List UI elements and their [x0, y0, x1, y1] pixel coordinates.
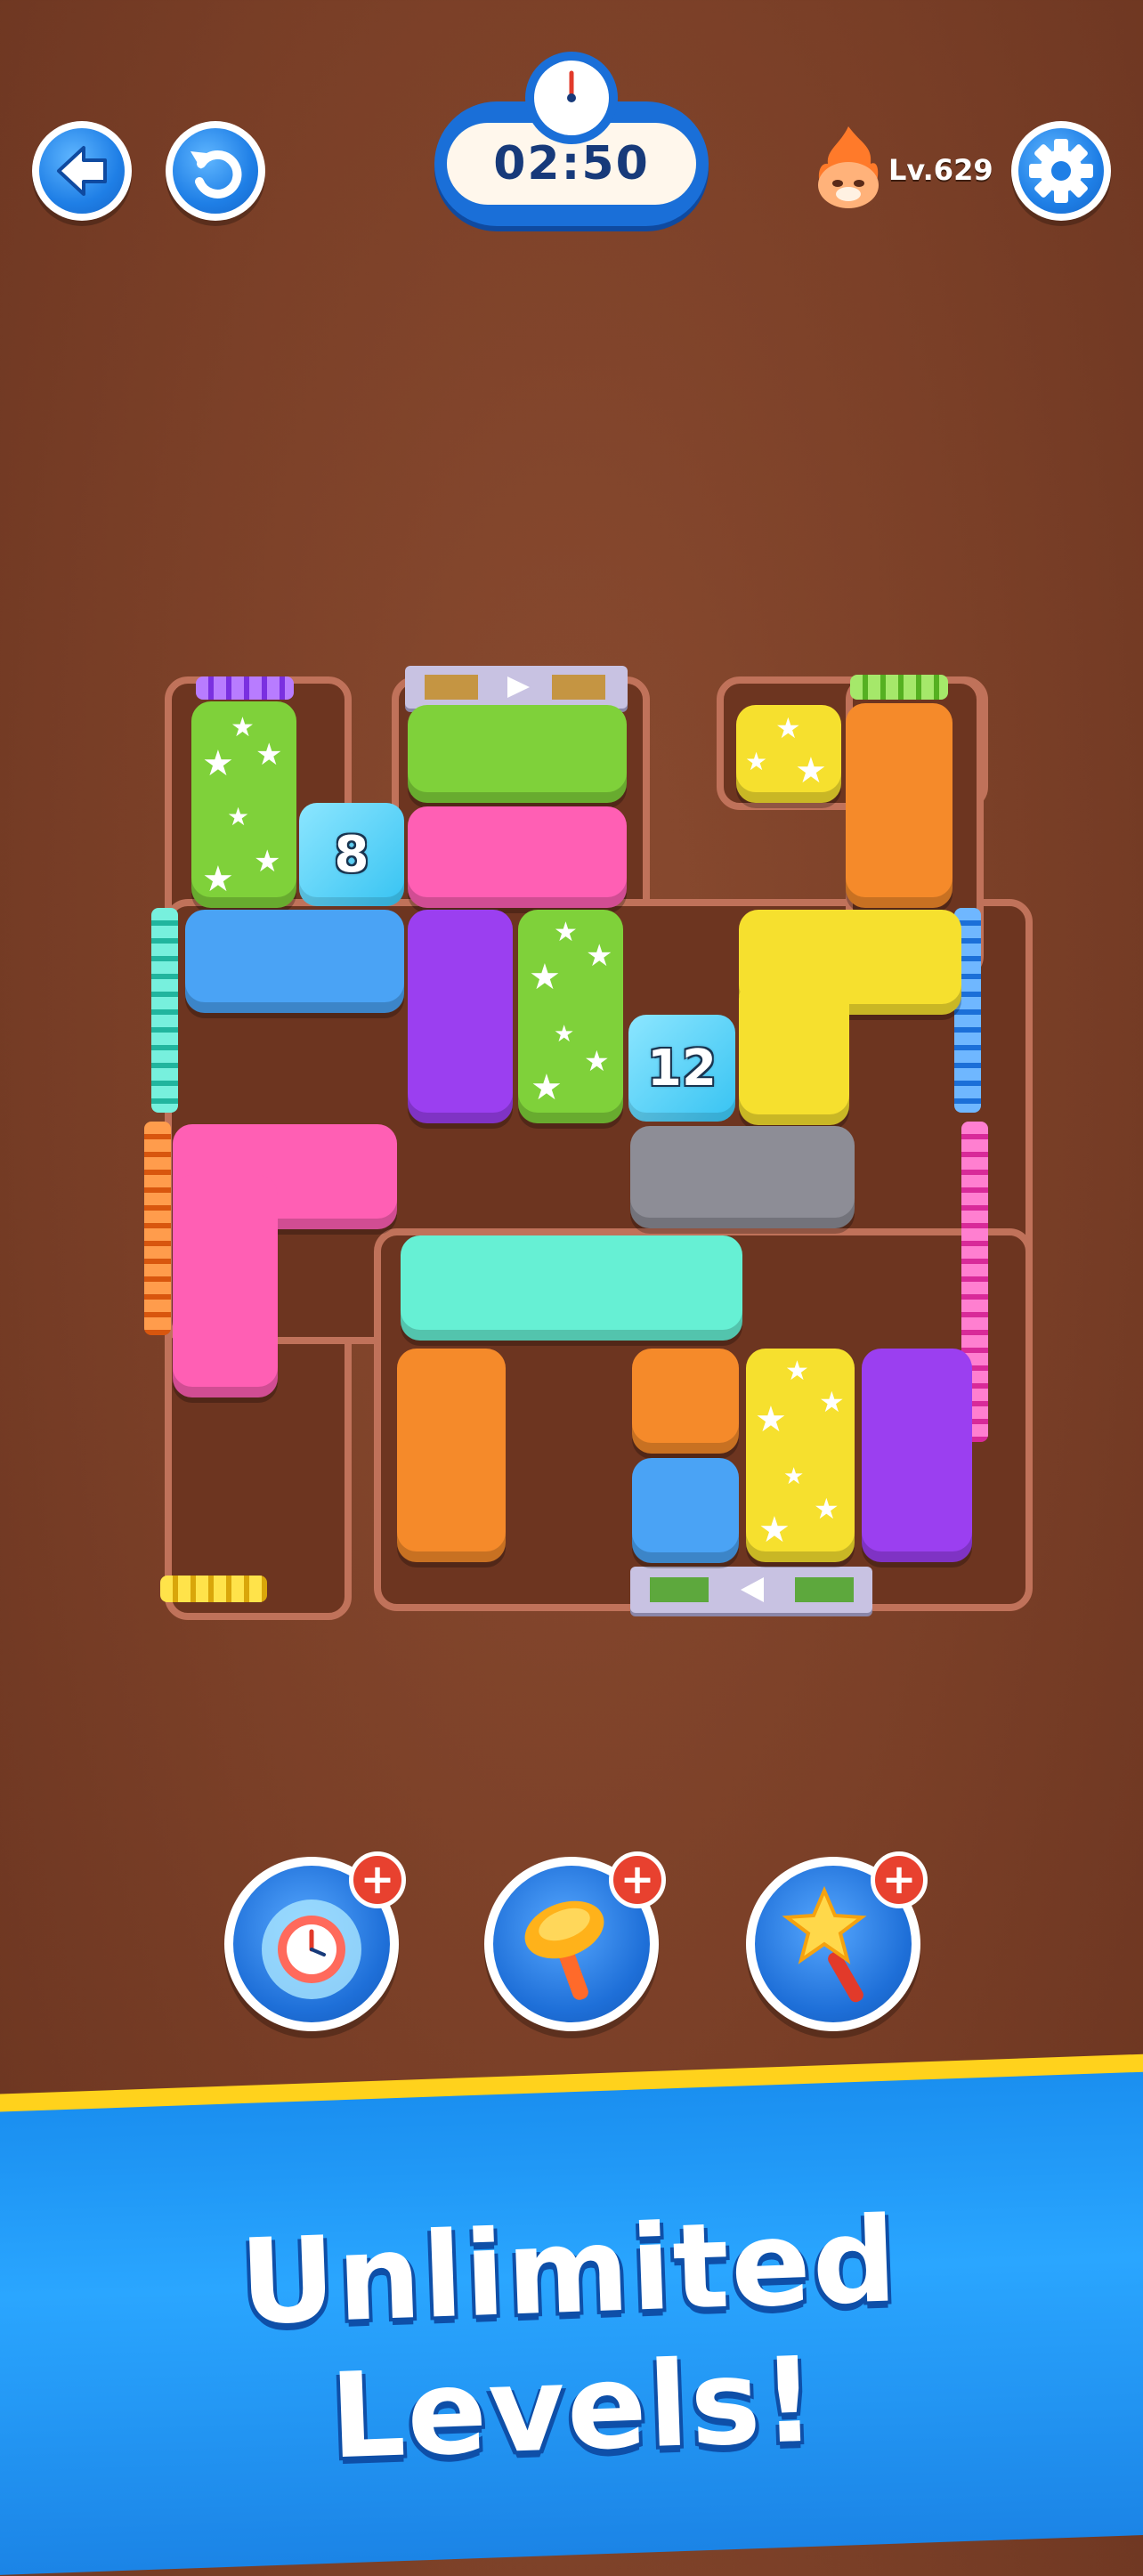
ice-block[interactable]: 8 — [299, 803, 404, 906]
exit-plate-bottom — [630, 1567, 872, 1613]
block-pink[interactable] — [408, 806, 627, 908]
timer: 02:50 — [434, 52, 709, 230]
add-booster-button[interactable]: + — [349, 1851, 406, 1908]
arrow-left-icon — [57, 146, 107, 196]
ice-block-count: 12 — [647, 1039, 717, 1098]
restart-button[interactable] — [166, 121, 265, 221]
ice-block-count: 8 — [334, 825, 369, 884]
settings-button[interactable] — [1011, 121, 1111, 221]
magic-wand-booster[interactable]: + — [746, 1851, 928, 2031]
exit-plate-top — [405, 666, 628, 709]
add-booster-button[interactable]: + — [871, 1851, 928, 1908]
banner-text: Unlimited Levels! — [238, 2191, 901, 2486]
block-pink-l-stem[interactable] — [173, 1175, 278, 1397]
block-teal[interactable] — [401, 1235, 742, 1341]
block-orange-2[interactable] — [397, 1349, 506, 1562]
exit-gate-teal — [151, 908, 178, 1113]
puzzle-board: ★ ★ ★ ★ ★ ★ 8 ★ ★ ★ ★ ★ ★ ★ ★ ★ 12 ★ ★ ★… — [134, 641, 1033, 1620]
back-button[interactable] — [32, 121, 132, 221]
exit-gate-yellow — [160, 1576, 267, 1602]
ice-block[interactable]: 12 — [628, 1015, 735, 1122]
block-gray[interactable] — [630, 1126, 855, 1228]
block-orange[interactable] — [846, 703, 952, 908]
block-yellow-star-2[interactable]: ★ ★ ★ ★ ★ ★ — [746, 1349, 855, 1562]
block-green-star[interactable]: ★ ★ ★ ★ ★ ★ — [191, 701, 296, 908]
arrow-left-icon — [741, 1577, 764, 1602]
level-label: Lv.629 — [888, 153, 993, 187]
gear-icon — [1029, 139, 1093, 203]
block-green-star-2[interactable]: ★ ★ ★ ★ ★ ★ — [518, 910, 623, 1123]
block-yellow-l-stem[interactable] — [739, 979, 849, 1125]
fire-cat-icon — [818, 126, 879, 208]
block-green[interactable] — [408, 705, 627, 803]
exit-gate-green — [850, 675, 948, 700]
block-purple-2[interactable] — [862, 1349, 972, 1562]
exit-gate-purple — [196, 676, 294, 700]
block-blue-2[interactable] — [632, 1458, 739, 1563]
freeze-clock-booster[interactable]: + — [224, 1851, 406, 2031]
arrow-right-icon — [507, 676, 530, 698]
exit-gate-orange — [144, 1122, 171, 1335]
hammer-booster[interactable]: + — [484, 1851, 666, 2031]
add-booster-button[interactable]: + — [609, 1851, 666, 1908]
restart-icon — [190, 150, 242, 198]
timer-value: 02:50 — [493, 137, 650, 190]
block-orange-3[interactable] — [632, 1349, 739, 1454]
block-purple[interactable] — [408, 910, 513, 1123]
block-yellow-star[interactable]: ★ ★ ★ — [736, 705, 841, 803]
block-blue[interactable] — [185, 910, 404, 1013]
